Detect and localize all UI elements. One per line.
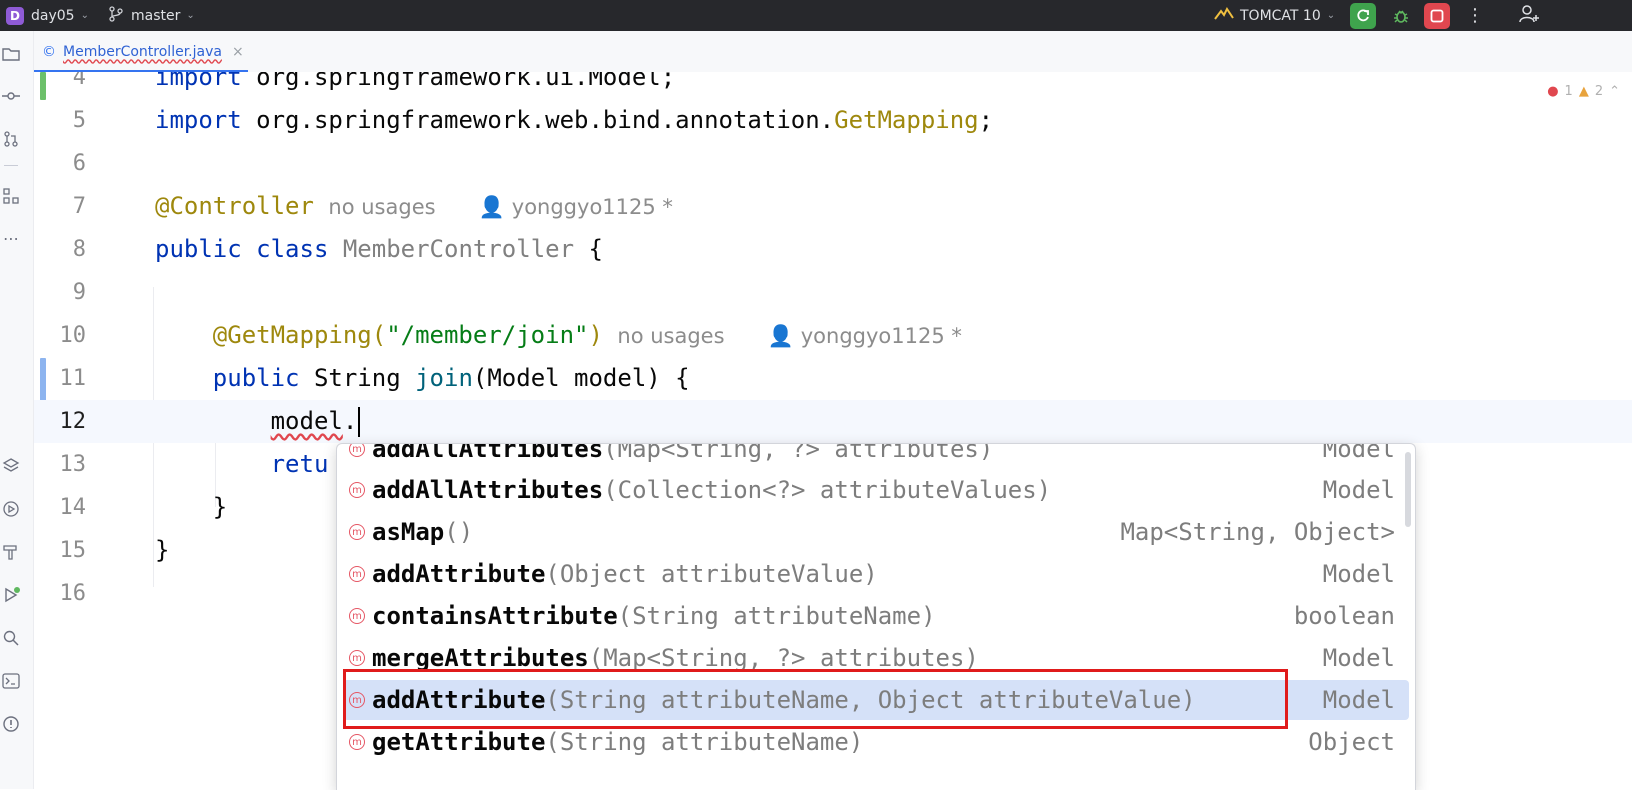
problems-icon[interactable] [0,713,22,735]
chevron-down-icon: ⌄ [186,10,195,21]
line-number: 7 [72,194,86,219]
code-line: 4 import org.springframework.ui.Model; [34,72,1632,99]
project-badge: D [6,6,24,25]
code-line: 6 [34,142,1632,185]
chevron-down-icon: ⌄ [80,10,89,21]
code-line: 5 import org.springframework.web.bind.an… [34,99,1632,142]
user-icon: 👤 [478,195,506,219]
method-icon: m [349,444,365,457]
line-number: 12 [59,409,87,434]
line-number: 16 [59,581,87,606]
run-icon[interactable] [0,584,22,606]
line-number: 6 [72,151,86,176]
search-icon[interactable] [0,627,22,649]
close-icon[interactable]: × [232,44,244,60]
completion-item[interactable]: m addAttribute (Object attributeValue) Mo… [343,554,1409,594]
line-number: 10 [59,323,87,348]
completion-item[interactable]: m addAllAttributes (Map<String, ?> attrib… [343,444,1409,469]
commit-icon[interactable] [0,85,22,107]
run-config-name: TOMCAT 10 [1240,7,1321,24]
code-line: 11 public String join(Model model) { [34,357,1632,400]
method-icon: m [349,608,365,624]
user-plus-icon [1518,4,1540,28]
project-name: day05 [31,7,75,24]
divider [4,165,18,166]
stop-icon [1424,2,1450,29]
completion-item[interactable]: m asMap() Map<String, Object> [343,512,1409,552]
method-icon: m [349,524,365,540]
branch-name: master [131,7,181,24]
line-number: 15 [59,538,87,563]
method-icon: m [349,566,365,582]
add-user-button[interactable] [1518,0,1540,31]
project-selector[interactable]: D day05 ⌄ [6,0,89,31]
chevron-down-icon: ⌄ [1326,10,1336,21]
code-line: 10 @GetMapping("/member/join") no usages… [34,314,1632,357]
usages-hint[interactable]: no usages [328,195,435,219]
code-line: 8 public class MemberController { [34,228,1632,271]
terminal-icon[interactable] [0,670,22,692]
services-icon[interactable] [0,498,22,520]
debug-button[interactable] [1388,0,1414,31]
kebab-menu-icon: ⋮ [1466,5,1484,26]
left-tool-strip: ⋯ [0,31,34,789]
layers-icon[interactable] [0,455,22,477]
line-number: 9 [72,280,86,305]
method-icon: m [349,482,365,498]
user-icon: 👤 [767,324,795,348]
structure-icon[interactable] [0,185,22,207]
rerun-button[interactable] [1350,0,1376,31]
git-branch-icon [108,5,124,26]
line-number: 5 [72,108,86,133]
highlight-annotation-box [343,669,1288,729]
current-code-line: 12 model. [34,400,1632,443]
stop-button[interactable] [1424,0,1450,31]
author-hint[interactable]: 👤 yonggyo1125 * [768,324,962,348]
code-line: 9 [34,271,1632,314]
more-actions-button[interactable]: ⋮ [1466,0,1484,31]
method-icon: m [349,734,365,750]
more-tools-icon[interactable]: ⋯ [0,227,22,249]
tab-filename: MemberController.java [63,43,222,60]
run-config-selector[interactable]: TOMCAT 10 ⌄ [1214,0,1335,31]
code-completion-popup[interactable]: m addAllAttributes (Map<String, ?> attrib… [336,443,1416,790]
line-number: 4 [72,72,86,90]
text-caret [358,407,361,437]
line-number: 11 [59,366,87,391]
tomcat-icon [1214,6,1234,26]
method-icon: m [349,650,365,666]
usages-hint[interactable]: no usages [617,324,724,348]
project-folder-icon[interactable] [0,43,22,65]
rerun-icon [1350,2,1376,29]
line-number: 14 [59,495,87,520]
pull-request-icon[interactable] [0,128,22,150]
tab-membercontroller[interactable]: © MemberController.java × [42,31,244,72]
build-hammer-icon[interactable] [0,541,22,563]
bug-icon [1388,3,1414,29]
completion-item[interactable]: m addAllAttributes (Collection<?> attribu… [343,470,1409,510]
line-number: 13 [59,452,87,477]
line-number: 8 [72,237,86,262]
code-line: 7 @Controller no usages 👤 yonggyo1125 * [34,185,1632,228]
title-bar: D day05 ⌄ master ⌄ TOMCAT 10 ⌄ ⋮ [0,0,1632,31]
completion-item[interactable]: m containsAttribute (String attributeName… [343,596,1409,636]
branch-selector[interactable]: master ⌄ [108,0,195,31]
editor-tab-bar: © MemberController.java × [34,31,1632,73]
author-hint[interactable]: 👤 yonggyo1125 * [479,195,673,219]
class-icon: © [42,43,56,60]
